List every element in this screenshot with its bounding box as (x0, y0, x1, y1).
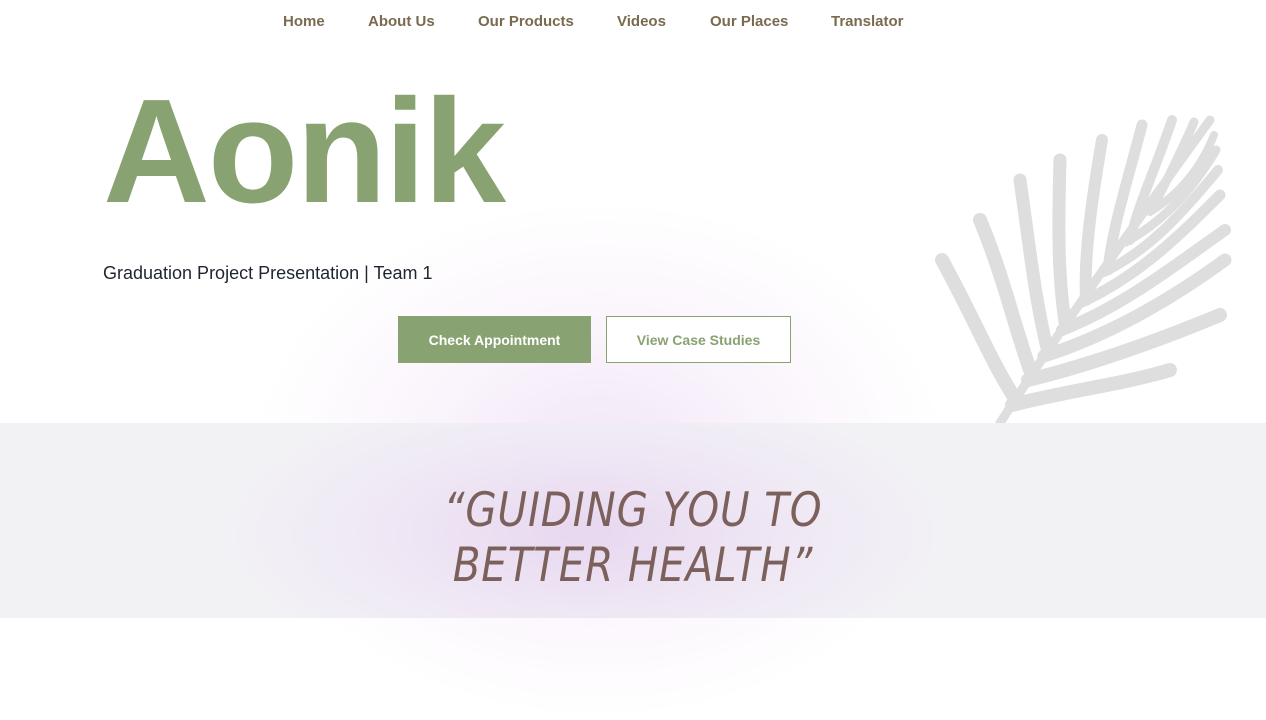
nav-videos-link[interactable]: Videos (617, 13, 666, 30)
tagline-line-1: “GUIDING YOU TO (443, 483, 823, 538)
nav-home-link[interactable]: Home (283, 13, 325, 30)
nav-about-us-link[interactable]: About Us (368, 13, 435, 30)
top-navigation: Home About Us Our Products Videos Our Pl… (0, 0, 1266, 46)
palm-leaf-icon (935, 115, 1232, 423)
tagline-line-2: BETTER HEALTH” (452, 538, 814, 593)
hero-subtitle: Graduation Project Presentation | Team 1 (103, 263, 433, 283)
check-appointment-button[interactable]: Check Appointment (398, 316, 591, 363)
nav-translator-link[interactable]: Translator (831, 13, 904, 30)
view-case-studies-button[interactable]: View Case Studies (606, 316, 791, 363)
brand-title: Aonik (103, 69, 506, 234)
tagline-quote: “GUIDING YOU TO BETTER HEALTH” (89, 483, 1178, 593)
nav-our-places-link[interactable]: Our Places (710, 13, 788, 30)
quote-section: “GUIDING YOU TO BETTER HEALTH” (0, 423, 1266, 618)
nav-our-products-link[interactable]: Our Products (478, 13, 574, 30)
